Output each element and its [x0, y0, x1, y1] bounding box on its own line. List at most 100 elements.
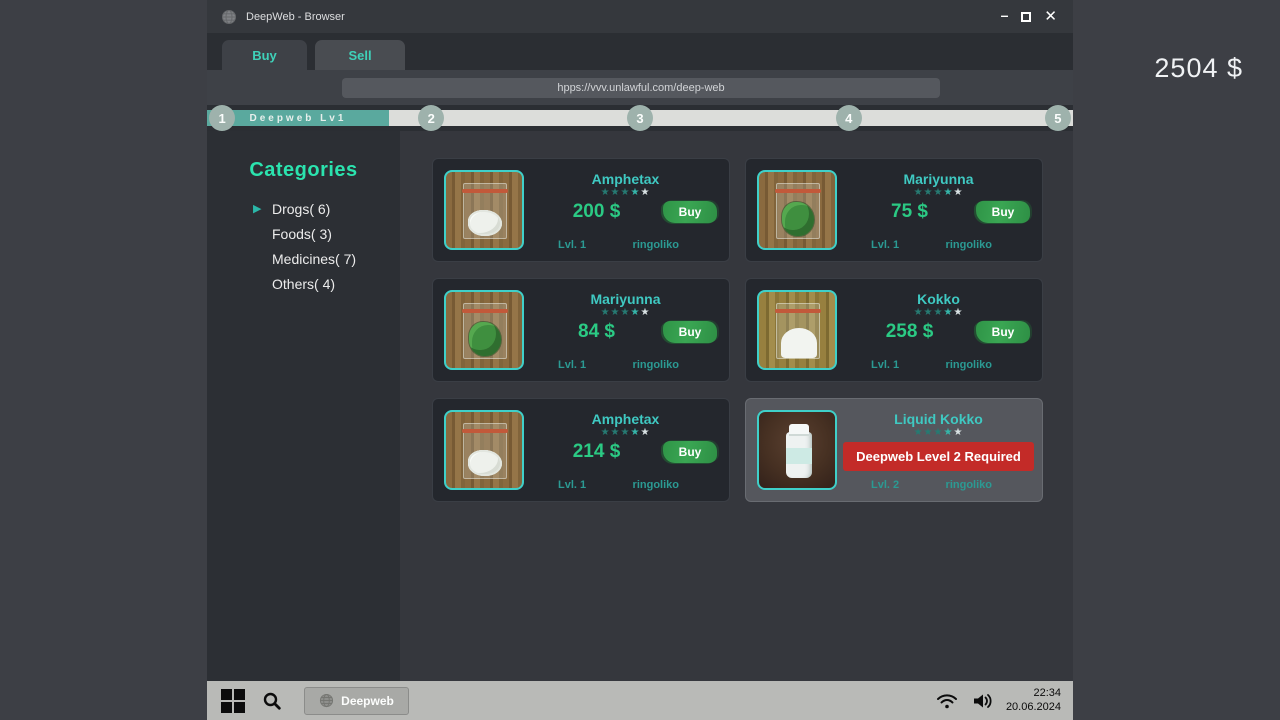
star-icon: ★: [924, 187, 934, 198]
url-bar[interactable]: hpps://vvv.unlawful.com/deep-web: [342, 78, 940, 98]
wifi-icon[interactable]: [936, 692, 958, 710]
level-marker-1: 1: [209, 105, 235, 131]
minimize-button[interactable]: –: [1001, 8, 1009, 22]
product-image-pill-bag: [444, 170, 524, 250]
product-name: Amphetax: [592, 171, 660, 187]
category-label: Medicines( 7): [272, 251, 356, 267]
star-icon: ★: [934, 427, 944, 438]
product-card-amphetax-214: Amphetax ★★★★★ 214 $ Buy Lvl. 1 ringolik…: [432, 398, 730, 502]
level-marker-3: 3: [627, 105, 653, 131]
taskbar-app-label: Deepweb: [341, 694, 394, 708]
buy-button[interactable]: Buy: [976, 201, 1030, 223]
search-icon[interactable]: [262, 691, 282, 711]
product-card-mariyunna-75: Mariyunna ★★★★★ 75 $ Buy Lvl. 1 ringolik…: [745, 158, 1043, 262]
product-seller: ringoliko: [946, 479, 992, 491]
start-button[interactable]: [221, 689, 245, 713]
star-icon: ★: [640, 187, 650, 198]
content-area: Categories ▶ Drogs( 6) ▶ Foods( 3) ▶ Med…: [207, 131, 1073, 681]
globe-icon: [319, 693, 334, 708]
toolbar: hpps://vvv.unlawful.com/deep-web: [207, 70, 1073, 105]
star-icon: ★: [621, 427, 631, 438]
product-grid-area: Amphetax ★★★★★ 200 $ Buy Lvl. 1 ringolik…: [400, 131, 1075, 681]
product-name: Mariyunna: [590, 291, 660, 307]
clock-date: 20.06.2024: [1006, 701, 1061, 714]
level-marker-4: 4: [836, 105, 862, 131]
product-seller: ringoliko: [633, 239, 679, 251]
category-others[interactable]: ▶ Others( 4): [207, 271, 400, 296]
globe-icon: [221, 9, 237, 25]
product-seller: ringoliko: [633, 479, 679, 491]
money-display: 2504 $: [1154, 53, 1243, 84]
taskbar-app-deepweb[interactable]: Deepweb: [304, 687, 409, 715]
buy-button[interactable]: Buy: [663, 321, 717, 343]
taskbar: Deepweb 22:34 20.06.2024: [207, 681, 1073, 720]
star-icon: ★: [601, 427, 611, 438]
category-medicines[interactable]: ▶ Medicines( 7): [207, 246, 400, 271]
category-arrow-icon: ▶: [253, 202, 266, 215]
maximize-button[interactable]: [1021, 10, 1031, 24]
product-image-weed-bag: [757, 170, 837, 250]
buy-button[interactable]: Buy: [663, 441, 717, 463]
star-icon: ★: [914, 307, 924, 318]
star-icon: ★: [953, 307, 963, 318]
tab-sell[interactable]: Sell: [315, 40, 405, 70]
product-name: Amphetax: [592, 411, 660, 427]
rating-stars: ★★★★★: [914, 188, 964, 198]
product-name: Kokko: [917, 291, 960, 307]
star-icon: ★: [914, 187, 924, 198]
star-icon: ★: [611, 427, 621, 438]
product-level: Lvl. 1: [558, 359, 586, 371]
rating-stars: ★★★★★: [601, 308, 651, 318]
star-icon: ★: [934, 307, 944, 318]
star-icon: ★: [611, 307, 621, 318]
product-level: Lvl. 1: [558, 479, 586, 491]
rating-stars: ★★★★★: [601, 428, 651, 438]
level-marker-2: 2: [418, 105, 444, 131]
star-icon: ★: [953, 427, 963, 438]
product-price: 75 $: [843, 201, 976, 223]
product-price: 84 $: [530, 321, 663, 343]
star-icon: ★: [934, 187, 944, 198]
star-icon: ★: [914, 427, 924, 438]
product-image-vial: [757, 410, 837, 490]
product-card-liquid-kokko: Liquid Kokko ★★★★★ Deepweb Level 2 Requi…: [745, 398, 1043, 502]
product-price: 214 $: [530, 441, 663, 463]
star-icon: ★: [943, 307, 953, 318]
rating-stars: ★★★★★: [601, 188, 651, 198]
buy-button[interactable]: Buy: [976, 321, 1030, 343]
star-icon: ★: [621, 187, 631, 198]
category-label: Others( 4): [272, 276, 335, 292]
star-icon: ★: [601, 307, 611, 318]
volume-icon[interactable]: [972, 692, 994, 710]
star-icon: ★: [924, 427, 934, 438]
category-foods[interactable]: ▶ Foods( 3): [207, 221, 400, 246]
level-required-banner: Deepweb Level 2 Required: [843, 442, 1034, 471]
product-price: 200 $: [530, 201, 663, 223]
window-title: DeepWeb - Browser: [246, 11, 345, 23]
product-grid: Amphetax ★★★★★ 200 $ Buy Lvl. 1 ringolik…: [432, 158, 1043, 502]
star-icon: ★: [601, 187, 611, 198]
star-icon: ★: [943, 427, 953, 438]
product-card-mariyunna-84: Mariyunna ★★★★★ 84 $ Buy Lvl. 1 ringolik…: [432, 278, 730, 382]
product-card-kokko-258: Kokko ★★★★★ 258 $ Buy Lvl. 1 ringoliko: [745, 278, 1043, 382]
buy-button[interactable]: Buy: [663, 201, 717, 223]
product-seller: ringoliko: [946, 239, 992, 251]
product-seller: ringoliko: [946, 359, 992, 371]
product-seller: ringoliko: [633, 359, 679, 371]
product-image-weed-bag: [444, 290, 524, 370]
star-icon: ★: [924, 307, 934, 318]
product-name: Mariyunna: [903, 171, 973, 187]
star-icon: ★: [943, 187, 953, 198]
star-icon: ★: [640, 307, 650, 318]
clock-time: 22:34: [1006, 687, 1061, 700]
product-image-pill-bag: [444, 410, 524, 490]
product-card-amphetax-200: Amphetax ★★★★★ 200 $ Buy Lvl. 1 ringolik…: [432, 158, 730, 262]
close-button[interactable]: ✕: [1044, 9, 1057, 24]
tab-buy[interactable]: Buy: [222, 40, 307, 70]
product-image-powder-bag: [757, 290, 837, 370]
star-icon: ★: [630, 307, 640, 318]
star-icon: ★: [611, 187, 621, 198]
category-drogs[interactable]: ▶ Drogs( 6): [207, 196, 400, 221]
maximize-icon: [1021, 12, 1031, 22]
product-name: Liquid Kokko: [894, 411, 983, 427]
